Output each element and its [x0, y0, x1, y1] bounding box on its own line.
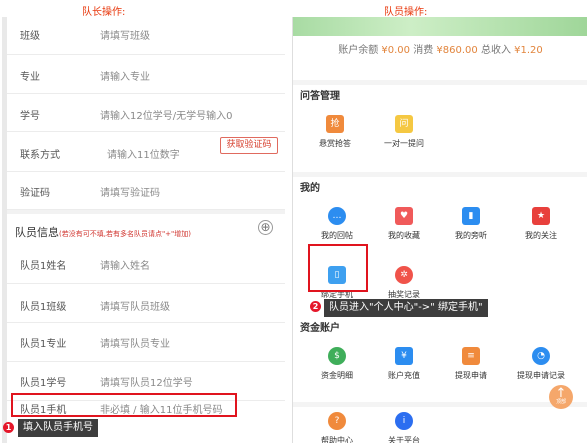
- one-on-one-label: 一对一提问: [384, 139, 424, 148]
- form-row-contact: 联系方式 请输入11位数字 获取验证码: [7, 132, 285, 172]
- withdraw-record-icon: ◔: [532, 347, 550, 365]
- step-badge-1: 1: [3, 422, 14, 433]
- money-bag-icon: $: [328, 347, 346, 365]
- withdraw-request-icon: ≡: [462, 347, 480, 365]
- withdraw-request-label: 提现申请: [455, 371, 487, 380]
- balance-label: 账户余额: [338, 45, 379, 56]
- field-label: 队员1班级: [20, 302, 67, 313]
- field-label: 班级: [20, 31, 40, 42]
- about-platform-item[interactable]: i 关于平台: [374, 412, 434, 443]
- qa-management-card: 问答管理 抢 悬赏抢答 问 一对一提问: [293, 85, 587, 172]
- form-row-class: 班级 请填写班级: [7, 17, 285, 55]
- field-label: 队员1专业: [20, 339, 67, 350]
- caption-member-operation: 队员操作:: [384, 7, 428, 18]
- spend-label: 消费: [413, 45, 434, 56]
- captain-form-panel: 班级 请填写班级 专业 请输入专业 学号 请输入12位学号/无学号输入0 联系方…: [2, 17, 285, 443]
- audit-book-icon: ▮: [462, 207, 480, 225]
- member-phone-highlight: [11, 393, 237, 417]
- form-row-student-id: 学号 请输入12位学号/无学号输入0: [7, 94, 285, 132]
- grab-answer-icon: 抢: [326, 115, 344, 133]
- recharge-label: 账户充值: [388, 371, 420, 380]
- help-center-label: 帮助中心: [321, 436, 353, 443]
- my-follows-label: 我的关注: [525, 231, 557, 240]
- field-label: 联系方式: [20, 150, 60, 161]
- recharge-icon: ¥: [395, 347, 413, 365]
- qa-title: 问答管理: [300, 91, 340, 102]
- help-center-icon: ?: [328, 412, 346, 430]
- grab-answer-item[interactable]: 抢 悬赏抢答: [305, 115, 365, 149]
- member-student-id-input[interactable]: 请填写队员12位学号: [100, 374, 193, 389]
- member-info-section: 队员信息(若没有可不填,若有多名队员请点"+"增加) ⊕: [7, 214, 285, 245]
- one-on-one-item[interactable]: 问 一对一提问: [374, 115, 434, 149]
- back-to-top-button[interactable]: ↑ 顶部: [549, 385, 573, 409]
- mine-title: 我的: [300, 183, 320, 194]
- follow-star-icon: ★: [532, 207, 550, 225]
- income-label: 总收入: [480, 45, 511, 56]
- student-id-input[interactable]: 请输入12位学号/无学号输入0: [100, 107, 232, 122]
- funds-title: 资金账户: [300, 323, 340, 334]
- balance-value: ¥0.00: [381, 45, 411, 56]
- step-tooltip-1: 填入队员手机号: [18, 419, 98, 437]
- member-row-major: 队员1专业 请填写队员专业: [7, 323, 285, 362]
- field-label: 学号: [20, 111, 40, 122]
- form-row-verify-code: 验证码 请填写验证码: [7, 172, 285, 210]
- my-replies-item[interactable]: … 我的回帖: [307, 207, 367, 241]
- header-banner: [293, 17, 587, 36]
- member-major-input[interactable]: 请填写队员专业: [100, 335, 170, 350]
- one-on-one-question-icon: 问: [395, 115, 413, 133]
- lottery-record-item[interactable]: ✲ 抽奖记录: [374, 266, 434, 300]
- step-badge-2: 2: [310, 301, 321, 312]
- account-summary: 账户余额 ¥0.00 消费 ¥860.00 总收入 ¥1.20: [293, 36, 587, 80]
- member-center-panel: 账户余额 ¥0.00 消费 ¥860.00 总收入 ¥1.20 问答管理 抢 悬…: [292, 17, 587, 443]
- major-input[interactable]: 请输入专业: [100, 68, 150, 83]
- member-row-name: 队员1姓名 请输入姓名: [7, 246, 285, 284]
- about-platform-label: 关于平台: [388, 436, 420, 443]
- fund-detail-item[interactable]: $ 资金明细: [307, 347, 367, 381]
- section-title: 队员信息(若没有可不填,若有多名队员请点"+"增加): [15, 224, 191, 240]
- my-favorites-item[interactable]: ♥ 我的收藏: [374, 207, 434, 241]
- my-replies-label: 我的回帖: [321, 231, 353, 240]
- contact-input[interactable]: 请输入11位数字: [107, 146, 180, 161]
- grab-answer-label: 悬赏抢答: [319, 139, 351, 148]
- field-label: 队员1学号: [20, 378, 67, 389]
- lottery-record-icon: ✲: [395, 266, 413, 284]
- member-row-class: 队员1班级 请填写队员班级: [7, 284, 285, 323]
- verify-code-input[interactable]: 请填写验证码: [100, 184, 160, 199]
- get-code-button[interactable]: 获取验证码: [220, 137, 278, 154]
- section-hint: (若没有可不填,若有多名队员请点"+"增加): [59, 230, 191, 238]
- back-to-top-label: 顶部: [555, 399, 566, 405]
- add-member-icon[interactable]: ⊕: [258, 220, 273, 235]
- reply-bubble-icon: …: [328, 207, 346, 225]
- about-platform-icon: i: [395, 412, 413, 430]
- add-member-glyph: ⊕: [260, 220, 271, 234]
- member-class-input[interactable]: 请填写队员班级: [100, 298, 170, 313]
- withdraw-record-label: 提现申请记录: [517, 371, 565, 380]
- my-audit-item[interactable]: ▮ 我的旁听: [441, 207, 501, 241]
- field-label: 队员1姓名: [20, 261, 67, 272]
- caption-captain-operation: 队长操作:: [82, 7, 126, 18]
- form-row-major: 专业 请输入专业: [7, 55, 285, 94]
- my-audit-label: 我的旁听: [455, 231, 487, 240]
- recharge-item[interactable]: ¥ 账户充值: [374, 347, 434, 381]
- my-favorites-label: 我的收藏: [388, 231, 420, 240]
- more-card: ? 帮助中心 i 关于平台: [293, 407, 587, 443]
- favorite-heart-icon: ♥: [395, 207, 413, 225]
- bind-phone-highlight: [308, 244, 368, 292]
- income-value: ¥1.20: [514, 45, 543, 56]
- withdraw-request-item[interactable]: ≡ 提现申请: [441, 347, 501, 381]
- field-label: 专业: [20, 72, 40, 83]
- step-tooltip-2: 队员进入"个人中心"->" 绑定手机": [324, 299, 488, 317]
- fund-detail-label: 资金明细: [321, 371, 353, 380]
- withdraw-record-item[interactable]: ◔ 提现申请记录: [511, 347, 571, 381]
- funds-account-card: 资金账户 $ 资金明细 ¥ 账户充值 ≡ 提现申请 ◔ 提现申请记录: [293, 317, 587, 402]
- section-title-text: 队员信息: [15, 226, 59, 239]
- field-label: 验证码: [20, 188, 50, 199]
- member-name-input[interactable]: 请输入姓名: [100, 257, 150, 272]
- help-center-item[interactable]: ? 帮助中心: [307, 412, 367, 443]
- class-input[interactable]: 请填写班级: [100, 27, 150, 42]
- spend-value: ¥860.00: [436, 45, 478, 56]
- my-follows-item[interactable]: ★ 我的关注: [511, 207, 571, 241]
